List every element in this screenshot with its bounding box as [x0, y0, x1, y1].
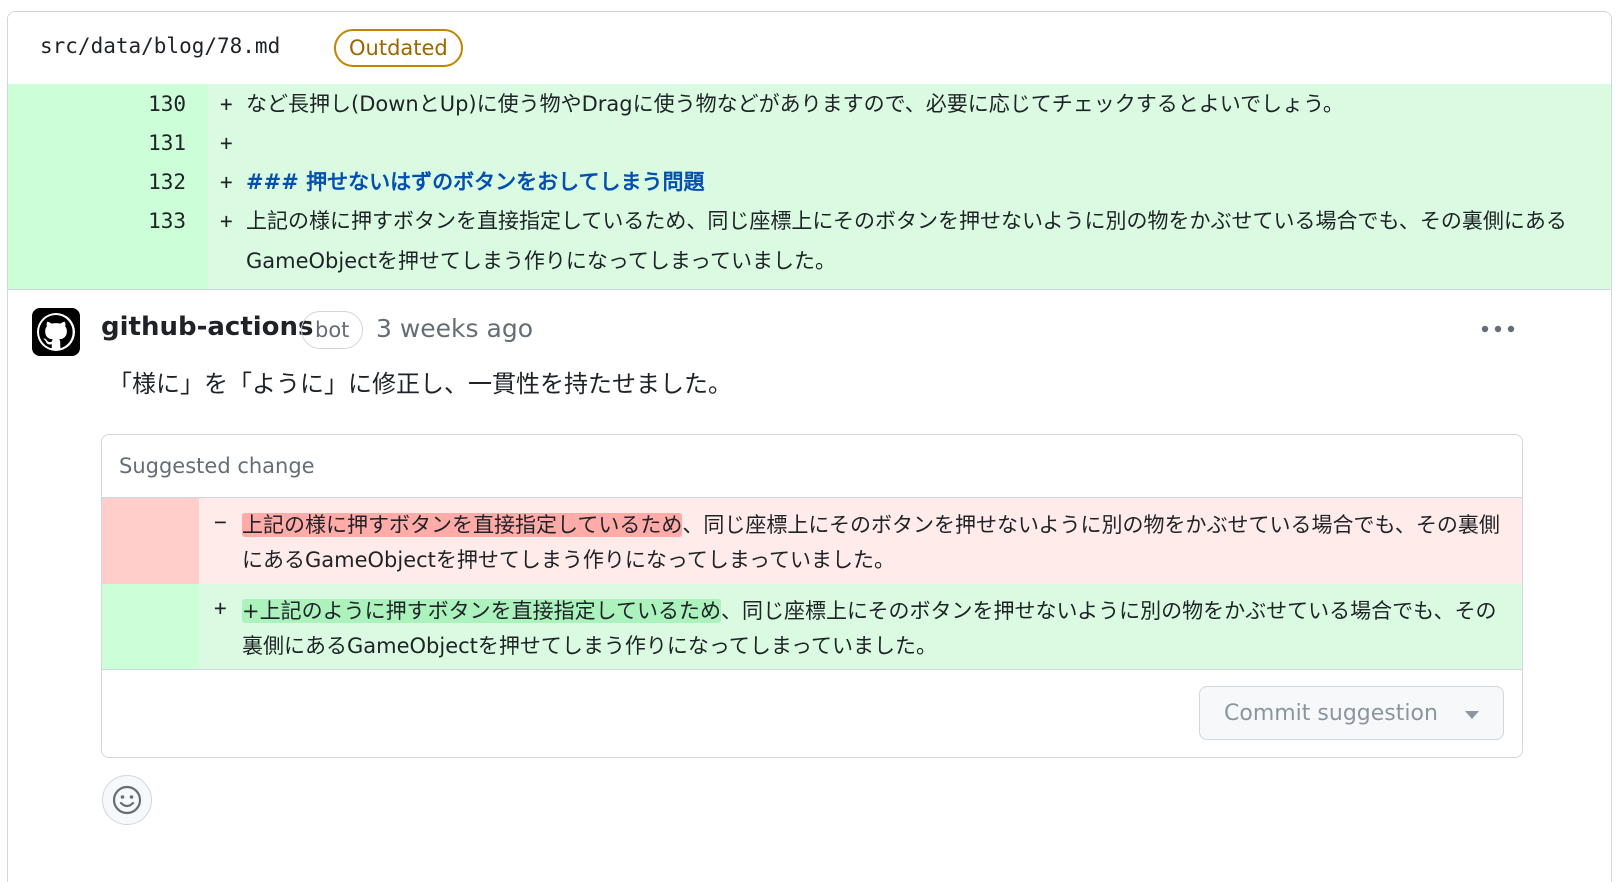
deleted-gutter	[102, 498, 199, 584]
smiley-icon[interactable]	[102, 775, 152, 825]
added-text: +上記のように押すボタンを直接指定しているため、同じ座標上にそのボタンを押せない…	[242, 594, 1502, 664]
line-number[interactable]: 131	[108, 123, 186, 163]
github-octocat-icon[interactable]	[32, 308, 80, 356]
diff-sign: +	[220, 170, 233, 194]
added-gutter	[102, 584, 199, 669]
suggested-change-header: Suggested change	[102, 435, 1522, 498]
diff-code: など長押し(DownとUp)に使う物やDragに使う物などがありますので、必要に…	[246, 92, 1344, 116]
suggested-change-title: Suggested change	[119, 454, 315, 478]
line-number[interactable]: 132	[108, 162, 186, 202]
comment-body: 「様に」を「ように」に修正し、一貫性を持たせました。	[108, 370, 732, 398]
file-path-link[interactable]: src/data/blog/78.md	[40, 34, 280, 58]
suggestion-added-line: + +上記のように押すボタンを直接指定しているため、同じ座標上にそのボタンを押せ…	[102, 584, 1522, 670]
suggestion-deleted-line: − 上記の様に押すボタンを直接指定しているため、同じ座標上にそのボタンを押せない…	[102, 498, 1522, 584]
deleted-highlight: 上記の様に押すボタンを直接指定しているため	[242, 513, 683, 537]
line-number[interactable]: 133	[108, 201, 186, 241]
commit-suggestion-label: Commit suggestion	[1224, 700, 1438, 726]
kebab-horizontal-icon[interactable]	[1476, 314, 1520, 344]
review-thread-card: src/data/blog/78.md Outdated 130 + など長押し…	[7, 11, 1612, 882]
diff-sign-minus: −	[214, 510, 227, 534]
diff-sign: +	[220, 131, 233, 155]
comment-author-link[interactable]: github-actions	[101, 312, 314, 342]
diff-hunk: 130 + など長押し(DownとUp)に使う物やDragに使う物などがあります…	[8, 84, 1611, 290]
deleted-text: 上記の様に押すボタンを直接指定しているため、同じ座標上にそのボタンを押せないよう…	[242, 508, 1502, 578]
triangle-down-icon[interactable]	[1465, 711, 1479, 719]
diff-code: 上記の様に押すボタンを直接指定しているため、同じ座標上にそのボタンを押せないよう…	[246, 209, 1567, 273]
diff-sign: +	[220, 92, 233, 116]
diff-sign-plus: +	[214, 596, 227, 620]
comment-timestamp-link[interactable]: 3 weeks ago	[376, 314, 533, 343]
line-number[interactable]: 130	[108, 84, 186, 124]
bot-badge: bot	[301, 311, 364, 349]
diff-sign: +	[220, 209, 233, 233]
outdated-badge: Outdated	[334, 29, 463, 67]
added-highlight: +上記のように押すボタンを直接指定しているため	[242, 599, 721, 623]
suggested-change-box: Suggested change − 上記の様に押すボタンを直接指定しているため…	[101, 434, 1523, 758]
commit-suggestion-button[interactable]: Commit suggestion	[1199, 686, 1504, 740]
file-header: src/data/blog/78.md Outdated	[8, 12, 1611, 84]
diff-code-heading: ### 押せないはずのボタンをおしてしまう問題	[246, 170, 705, 194]
